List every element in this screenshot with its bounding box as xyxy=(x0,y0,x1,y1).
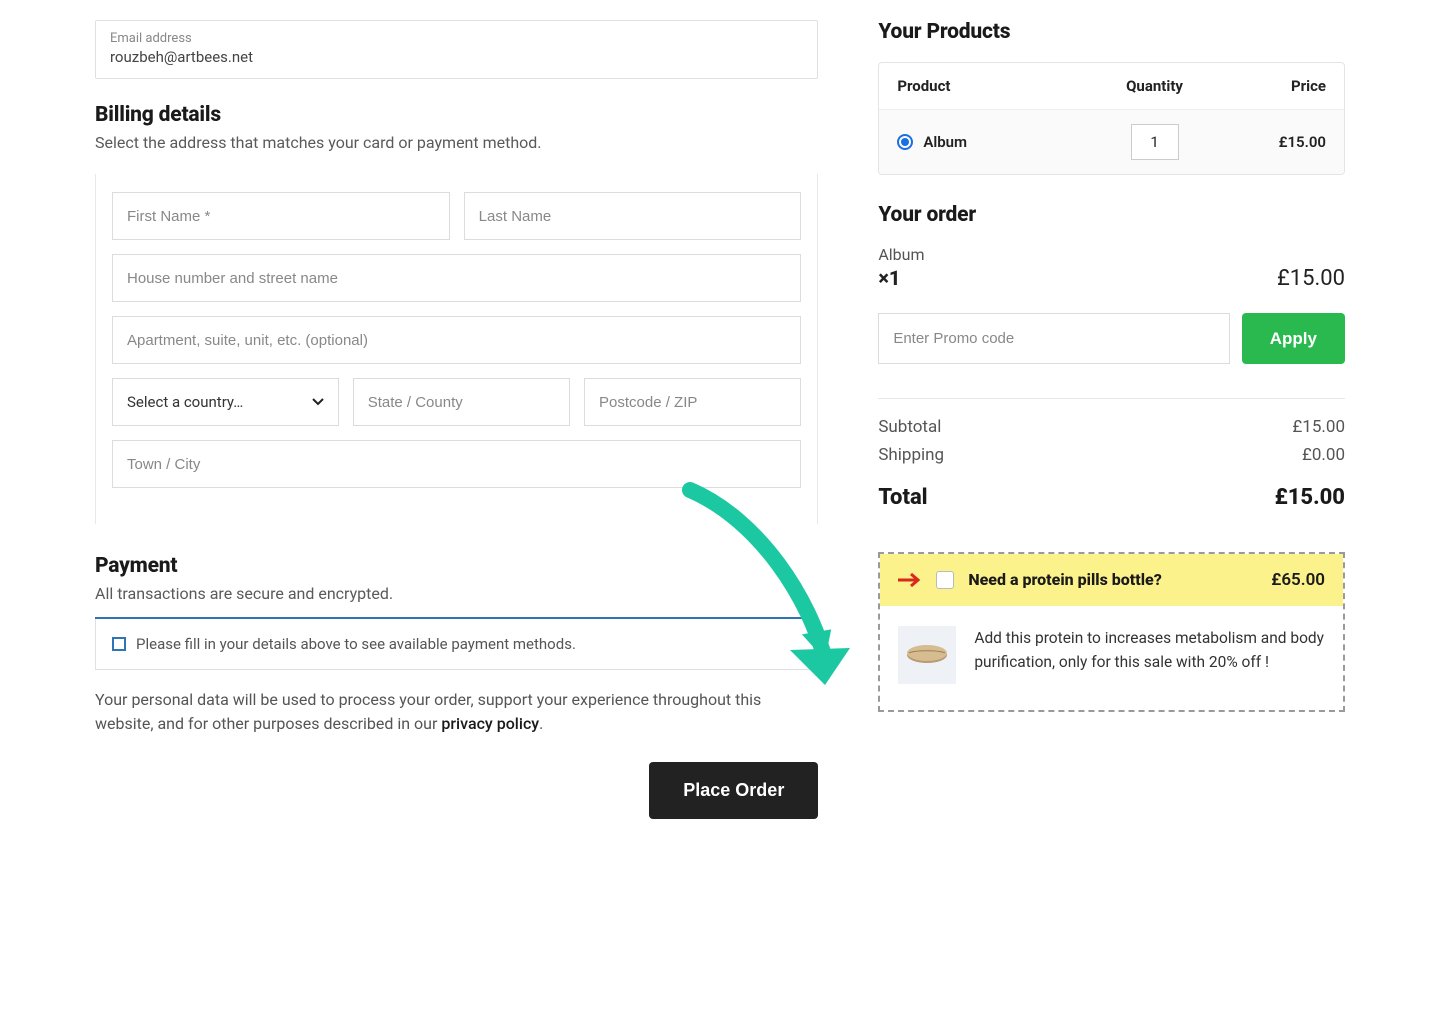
info-square-icon xyxy=(112,637,126,651)
quantity-input[interactable]: 1 xyxy=(1131,124,1179,160)
city-field[interactable] xyxy=(112,440,801,488)
total-value: £15.00 xyxy=(1275,485,1345,510)
privacy-text-a: Your personal data will be used to proce… xyxy=(95,690,761,733)
country-select[interactable]: Select a country… xyxy=(112,378,339,426)
upsell-description: Add this protein to increases metabolism… xyxy=(974,626,1325,674)
th-quantity: Quantity xyxy=(1097,77,1211,95)
privacy-policy-link[interactable]: privacy policy xyxy=(441,714,539,733)
shipping-label: Shipping xyxy=(878,445,944,465)
product-name: Album xyxy=(923,133,967,151)
street-input[interactable] xyxy=(127,270,786,287)
first-name-field[interactable] xyxy=(112,192,450,240)
totals-separator xyxy=(878,398,1345,399)
payment-notice-box: Please fill in your details above to see… xyxy=(95,619,818,670)
th-product: Product xyxy=(897,77,1097,95)
your-products-title: Your Products xyxy=(878,20,1345,44)
payment-subtitle: All transactions are secure and encrypte… xyxy=(95,584,818,603)
table-row: Album 1 £15.00 xyxy=(879,109,1344,174)
upsell-product-image xyxy=(898,626,956,684)
order-line-price: £15.00 xyxy=(1277,266,1345,291)
product-radio[interactable] xyxy=(897,134,913,150)
email-value: rouzbeh@artbees.net xyxy=(110,48,803,66)
place-order-button[interactable]: Place Order xyxy=(649,762,818,819)
chevron-down-icon xyxy=(312,395,324,410)
country-placeholder: Select a country… xyxy=(127,393,243,411)
apt-field[interactable] xyxy=(112,316,801,364)
apt-input[interactable] xyxy=(127,332,786,349)
upsell-box: Need a protein pills bottle? £65.00 Add … xyxy=(878,552,1345,712)
upsell-header: Need a protein pills bottle? £65.00 xyxy=(880,554,1343,606)
upsell-checkbox[interactable] xyxy=(936,571,954,589)
last-name-input[interactable] xyxy=(479,208,787,225)
subtotal-value: £15.00 xyxy=(1292,417,1345,437)
payment-notice-text: Please fill in your details above to see… xyxy=(136,635,576,653)
total-label: Total xyxy=(878,485,927,510)
billing-subtitle: Select the address that matches your car… xyxy=(95,133,818,152)
state-input[interactable] xyxy=(368,394,555,411)
products-table: Product Quantity Price Album 1 £15.00 xyxy=(878,62,1345,175)
your-order-title: Your order xyxy=(878,203,1345,227)
product-price: £15.00 xyxy=(1212,133,1326,151)
order-line-qty: ×1 xyxy=(878,266,900,290)
street-field[interactable] xyxy=(112,254,801,302)
email-label: Email address xyxy=(110,31,803,46)
arrow-right-icon xyxy=(898,573,922,587)
payment-title: Payment xyxy=(95,554,818,578)
table-header: Product Quantity Price xyxy=(879,63,1344,109)
city-input[interactable] xyxy=(127,456,786,473)
upsell-price: £65.00 xyxy=(1271,570,1325,590)
billing-form: Select a country… xyxy=(95,174,818,524)
th-price: Price xyxy=(1212,77,1326,95)
postcode-field[interactable] xyxy=(584,378,801,426)
last-name-field[interactable] xyxy=(464,192,802,240)
postcode-input[interactable] xyxy=(599,394,786,411)
email-box: Email address rouzbeh@artbees.net xyxy=(95,20,818,79)
subtotal-label: Subtotal xyxy=(878,417,941,437)
upsell-title: Need a protein pills bottle? xyxy=(968,570,1257,589)
order-line-name: Album xyxy=(878,245,1345,264)
apply-button[interactable]: Apply xyxy=(1242,313,1345,364)
state-field[interactable] xyxy=(353,378,570,426)
shipping-value: £0.00 xyxy=(1302,445,1345,465)
promo-code-input[interactable] xyxy=(878,313,1229,364)
first-name-input[interactable] xyxy=(127,208,435,225)
privacy-text-b: . xyxy=(539,714,543,733)
billing-title: Billing details xyxy=(95,103,818,127)
quantity-value: 1 xyxy=(1150,133,1158,151)
privacy-blurb: Your personal data will be used to proce… xyxy=(95,688,818,736)
